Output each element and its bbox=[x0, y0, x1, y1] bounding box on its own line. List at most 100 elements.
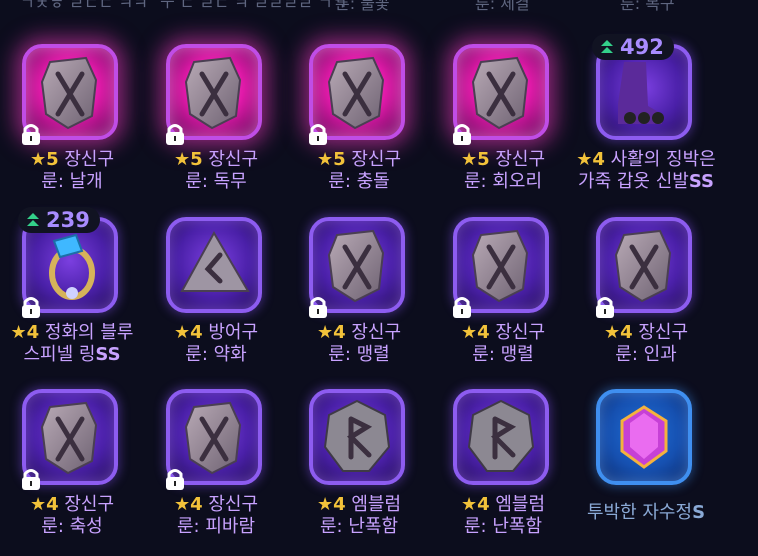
star-icon: ★ bbox=[576, 149, 593, 170]
item-label-line2: 스피넬 링SS bbox=[23, 344, 121, 365]
item-frame bbox=[166, 44, 262, 145]
item-label-line2: 룬: 축성 bbox=[41, 516, 103, 537]
item-type: 장신구 bbox=[202, 494, 259, 515]
item-label-line1: ★4 장신구 bbox=[144, 494, 288, 516]
inventory-item[interactable]: ★5 장신구 룬: 날개 bbox=[0, 39, 144, 211]
lock-icon bbox=[22, 124, 40, 145]
top-cutoff-text: 룬: 복구 bbox=[620, 0, 675, 13]
inventory-item[interactable]: ★4 장신구 룬: 맹렬 bbox=[287, 212, 431, 384]
item-grade: 4 bbox=[477, 322, 490, 343]
item-label: 투박한 자수정S bbox=[574, 502, 718, 524]
item-grade: 4 bbox=[477, 494, 490, 515]
item-label: ★5 장신구 룬: 날개 bbox=[0, 149, 144, 193]
star-icon: ★ bbox=[173, 494, 191, 515]
item-type: 방어구 bbox=[202, 322, 259, 343]
item-label-line1: ★4 장신구 bbox=[287, 322, 431, 344]
item-frame: 492 bbox=[592, 34, 692, 140]
badge-value: 492 bbox=[620, 35, 664, 59]
inventory-item[interactable]: ★5 장신구 룬: 회오리 bbox=[431, 39, 575, 211]
lock-icon bbox=[166, 124, 184, 145]
star-icon: ★ bbox=[173, 149, 191, 170]
star-icon: ★ bbox=[460, 494, 478, 515]
item-label-line2: 가죽 갑옷 신발SS bbox=[578, 171, 714, 192]
item-frame bbox=[309, 389, 405, 485]
inventory-item[interactable]: ★4 장신구 룬: 맹렬 bbox=[431, 212, 575, 384]
star-icon: ★ bbox=[460, 149, 478, 170]
inventory-item[interactable]: ★5 장신구 룬: 충돌 bbox=[287, 39, 431, 211]
item-label-line2: 룬: 난폭함 bbox=[463, 516, 543, 537]
item-type: 장신구 bbox=[345, 149, 402, 170]
item-frame bbox=[22, 44, 118, 145]
item-label-line2: 룬: 충돌 bbox=[328, 171, 390, 192]
star-icon: ★ bbox=[316, 494, 334, 515]
inventory-item[interactable]: ★5 장신구 룬: 독무 bbox=[144, 39, 288, 211]
item-label-line1: ★4 방어구 bbox=[144, 322, 288, 344]
inventory-item[interactable]: ★4 방어구 룬: 약화 bbox=[144, 212, 288, 384]
inventory-item[interactable]: 투박한 자수정S bbox=[574, 384, 718, 556]
inventory-item[interactable]: 239 ★4 정화의 블루 스피넬 링SS bbox=[0, 207, 144, 384]
item-frame: 239 bbox=[18, 207, 118, 318]
item-frame bbox=[309, 44, 405, 145]
item-label-line2: 룬: 날개 bbox=[41, 171, 103, 192]
item-label: ★4 방어구 룬: 약화 bbox=[144, 322, 288, 366]
item-label: ★5 장신구 룬: 충돌 bbox=[287, 149, 431, 193]
item-label-line2: 룬: 난폭함 bbox=[319, 516, 399, 537]
item-suffix: SS bbox=[95, 344, 121, 365]
item-label-line2: 룬: 인과 bbox=[615, 344, 677, 365]
boots-icon bbox=[618, 62, 664, 124]
star-icon: ★ bbox=[460, 322, 478, 343]
item-label-line1: ★4 장신구 bbox=[574, 322, 718, 344]
star-icon: ★ bbox=[10, 322, 27, 343]
item-label-line1: ★5 장신구 bbox=[431, 149, 575, 171]
lock-icon bbox=[309, 124, 327, 145]
item-label: ★4 장신구 룬: 맹렬 bbox=[287, 322, 431, 366]
item-label-line2: 룬: 맹렬 bbox=[472, 344, 534, 365]
item-frame bbox=[453, 44, 549, 145]
item-label-line1: ★5 장신구 bbox=[0, 149, 144, 171]
inventory-item[interactable]: 492 ★4 사활의 징박은 가죽 갑옷 신발SS bbox=[574, 34, 718, 211]
item-frame bbox=[453, 389, 549, 485]
item-label-line1: ★4 사활의 징박은 bbox=[574, 149, 718, 171]
item-label-line1: ★5 장신구 bbox=[144, 149, 288, 171]
stack-level-icon bbox=[27, 213, 39, 226]
item-label-line2: 룬: 피바람 bbox=[176, 516, 256, 537]
inventory-item[interactable]: ★4 엠블럼 룬: 난폭함 bbox=[431, 384, 575, 556]
inventory-item[interactable]: ★4 장신구 룬: 피바람 bbox=[144, 384, 288, 556]
amethyst-gem-icon bbox=[620, 405, 668, 469]
item-label-line1: ★4 장신구 bbox=[431, 322, 575, 344]
inventory-item[interactable]: ★4 엠블럼 룬: 난폭함 bbox=[287, 384, 431, 556]
item-grade: 4 bbox=[26, 322, 40, 343]
inventory-item[interactable]: ★4 장신구 룬: 축성 bbox=[0, 384, 144, 556]
inventory-item[interactable]: ★4 장신구 룬: 인과 bbox=[574, 212, 718, 384]
item-label-line2: 룬: 회오리 bbox=[463, 171, 543, 192]
lock-icon bbox=[22, 297, 40, 318]
item-frame bbox=[453, 217, 549, 318]
item-type: 사활의 징박은 bbox=[604, 149, 716, 170]
star-icon: ★ bbox=[173, 322, 191, 343]
item-grade: 5 bbox=[46, 149, 59, 170]
item-grade: 4 bbox=[620, 322, 633, 343]
item-frame bbox=[166, 389, 262, 490]
item-label: ★4 엠블럼 룬: 난폭함 bbox=[287, 494, 431, 538]
item-grade: 4 bbox=[46, 494, 59, 515]
item-frame bbox=[22, 389, 118, 490]
stack-level-icon bbox=[601, 40, 613, 53]
item-label: ★5 장신구 룬: 독무 bbox=[144, 149, 288, 193]
item-label: ★4 정화의 블루 스피넬 링SS bbox=[0, 322, 144, 366]
item-label: ★4 장신구 룬: 축성 bbox=[0, 494, 144, 538]
item-grade: 4 bbox=[190, 494, 203, 515]
item-label-line2: 룬: 맹렬 bbox=[328, 344, 390, 365]
lock-icon bbox=[22, 469, 40, 490]
badge-value: 239 bbox=[46, 208, 90, 232]
level-badge: 492 bbox=[592, 34, 674, 60]
lock-icon bbox=[596, 297, 614, 318]
item-grade: 5 bbox=[333, 149, 346, 170]
item-label-line1: ★4 장신구 bbox=[0, 494, 144, 516]
item-type: 장신구 bbox=[489, 149, 546, 170]
item-grade: 4 bbox=[592, 149, 605, 170]
emblem-rune-icon bbox=[323, 399, 391, 472]
top-cutoff-text: ㄱㅊㅎ ㄹㄷㄷ ㅋㅋ bbox=[20, 0, 148, 13]
item-label-line1: ★4 엠블럼 bbox=[287, 494, 431, 516]
inventory-grid: ㄱㅊㅎ ㄹㄷㄷ ㅋㅋ ㅜ ㄷ ㄹㄷ ㅋ ㄹㄹㄹㄹ ㄱㄱ 룬: 불꽃 룬: 체결 … bbox=[0, 0, 758, 538]
item-suffix: S bbox=[692, 502, 706, 523]
